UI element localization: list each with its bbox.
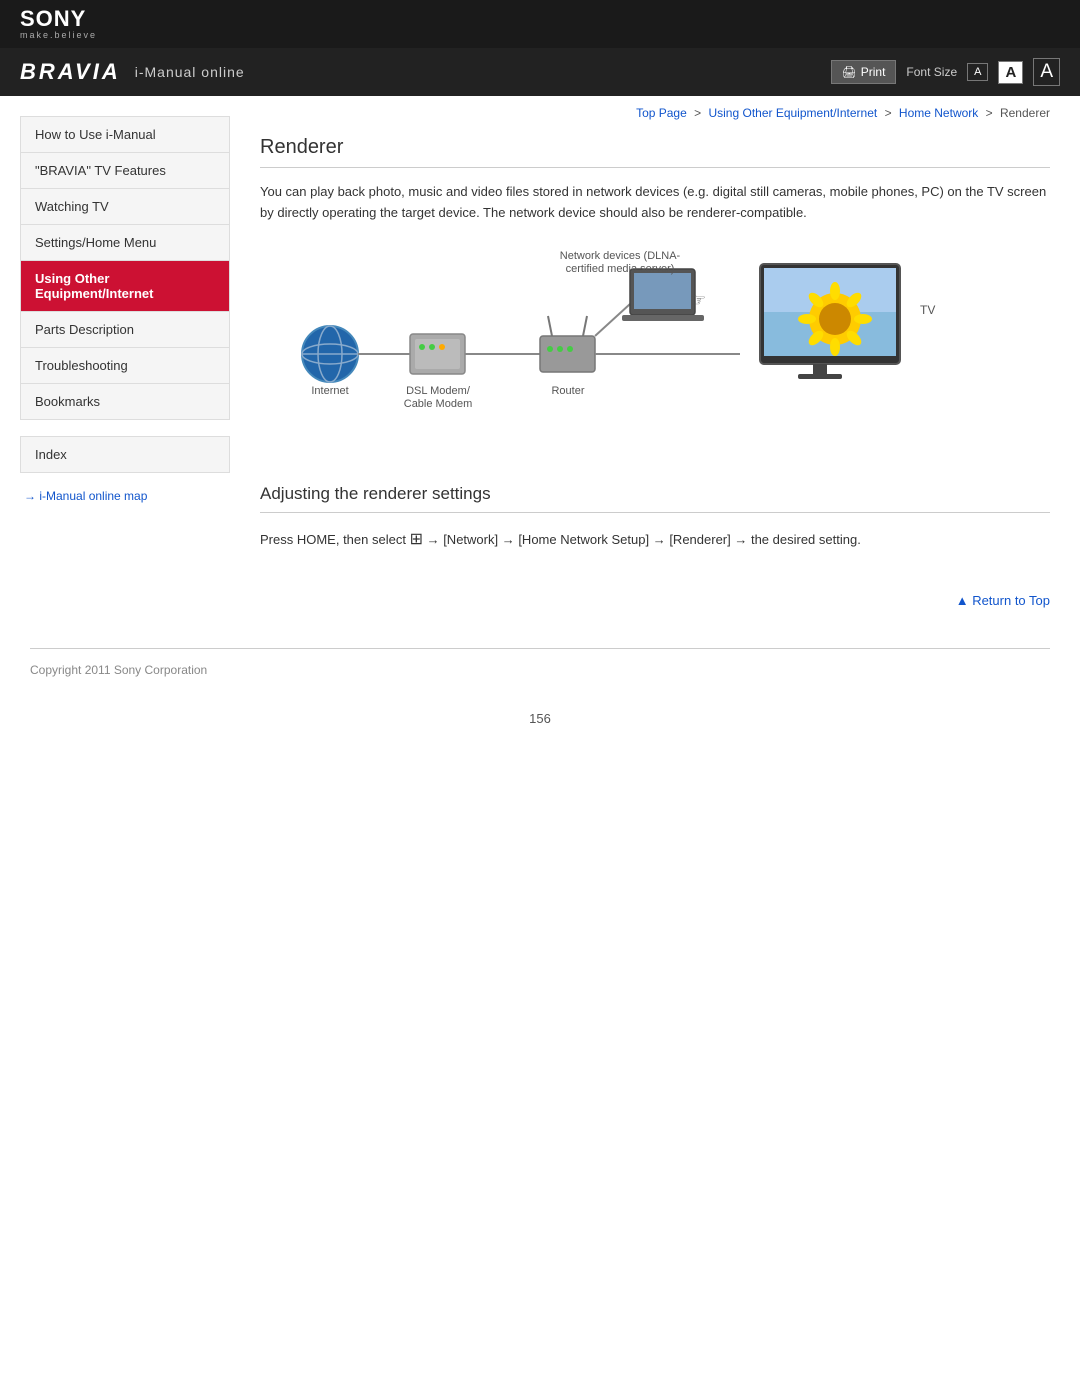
sidebar-item-settings-home[interactable]: Settings/Home Menu [21, 225, 229, 261]
content-area: Top Page > Using Other Equipment/Interne… [230, 96, 1080, 628]
print-button[interactable]: 🖨 Print [831, 60, 897, 84]
sidebar-item-watching-tv[interactable]: Watching TV [21, 189, 229, 225]
manual-subtitle: i-Manual online [135, 64, 245, 80]
sidebar-item-bookmarks[interactable]: Bookmarks [21, 384, 229, 419]
sidebar-item-index[interactable]: Index [21, 437, 229, 472]
svg-text:☞: ☞ [690, 290, 706, 310]
page-number: 156 [0, 691, 1080, 746]
manual-map-link[interactable]: → i-Manual online map [24, 489, 147, 503]
sony-tagline: make.believe [20, 30, 97, 40]
font-size-label: Font Size [906, 65, 957, 79]
sidebar-item-bravia-features[interactable]: "BRAVIA" TV Features [21, 153, 229, 189]
network-diagram: Internet DSL Modem/ Cable Modem [260, 244, 1050, 464]
font-size-large-button[interactable]: A [1033, 58, 1060, 86]
breadcrumb-using-other[interactable]: Using Other Equipment/Internet [708, 106, 877, 120]
svg-text:DSL Modem/: DSL Modem/ [406, 385, 471, 397]
breadcrumb-current: Renderer [1000, 106, 1050, 120]
settings-text: Press HOME, then select ⊞ → [Network] → … [260, 527, 1050, 553]
copyright-text: Copyright 2011 Sony Corporation [30, 663, 207, 677]
sidebar-item-troubleshooting[interactable]: Troubleshooting [21, 348, 229, 384]
breadcrumb: Top Page > Using Other Equipment/Interne… [260, 106, 1050, 120]
sony-header: SONY make.believe [0, 0, 1080, 48]
svg-text:Internet: Internet [311, 385, 348, 397]
print-icon: 🖨 [842, 65, 857, 79]
breadcrumb-top-page[interactable]: Top Page [636, 106, 687, 120]
svg-text:Network devices (DLNA-: Network devices (DLNA- [560, 250, 681, 262]
bravia-brand: BRAVIA [20, 59, 121, 85]
manual-map-link-container: → i-Manual online map [20, 487, 230, 503]
return-top-arrow-icon: ▲ [956, 593, 972, 608]
footer: Copyright 2011 Sony Corporation [0, 649, 1080, 691]
font-size-medium-button[interactable]: A [998, 61, 1023, 84]
sidebar: How to Use i-Manual "BRAVIA" TV Features… [0, 96, 230, 628]
return-to-top-container: ▲ Return to Top [260, 582, 1050, 608]
font-size-small-button[interactable]: A [967, 63, 988, 81]
sony-logo: SONY [20, 8, 97, 30]
svg-text:Router: Router [551, 385, 584, 397]
sidebar-item-parts-description[interactable]: Parts Description [21, 312, 229, 348]
index-section: Index [20, 436, 230, 473]
section-title: Adjusting the renderer settings [260, 484, 1050, 513]
sidebar-item-how-to-use[interactable]: How to Use i-Manual [21, 117, 229, 153]
page-title: Renderer [260, 136, 1050, 168]
svg-text:Cable Modem: Cable Modem [404, 398, 472, 410]
bravia-bar: BRAVIA i-Manual online 🖨 Print Font Size… [0, 48, 1080, 96]
intro-text: You can play back photo, music and video… [260, 182, 1050, 224]
svg-text:TV: TV [920, 303, 935, 317]
diagram-svg: Internet DSL Modem/ Cable Modem [260, 244, 960, 444]
breadcrumb-home-network[interactable]: Home Network [899, 106, 978, 120]
svg-text:certified media server): certified media server) [566, 263, 675, 275]
sidebar-item-using-other[interactable]: Using Other Equipment/Internet [21, 261, 229, 312]
sidebar-nav: How to Use i-Manual "BRAVIA" TV Features… [20, 116, 230, 420]
return-to-top-link[interactable]: ▲ Return to Top [956, 593, 1050, 608]
arrow-icon: → [24, 489, 39, 503]
main-layout: How to Use i-Manual "BRAVIA" TV Features… [0, 96, 1080, 628]
